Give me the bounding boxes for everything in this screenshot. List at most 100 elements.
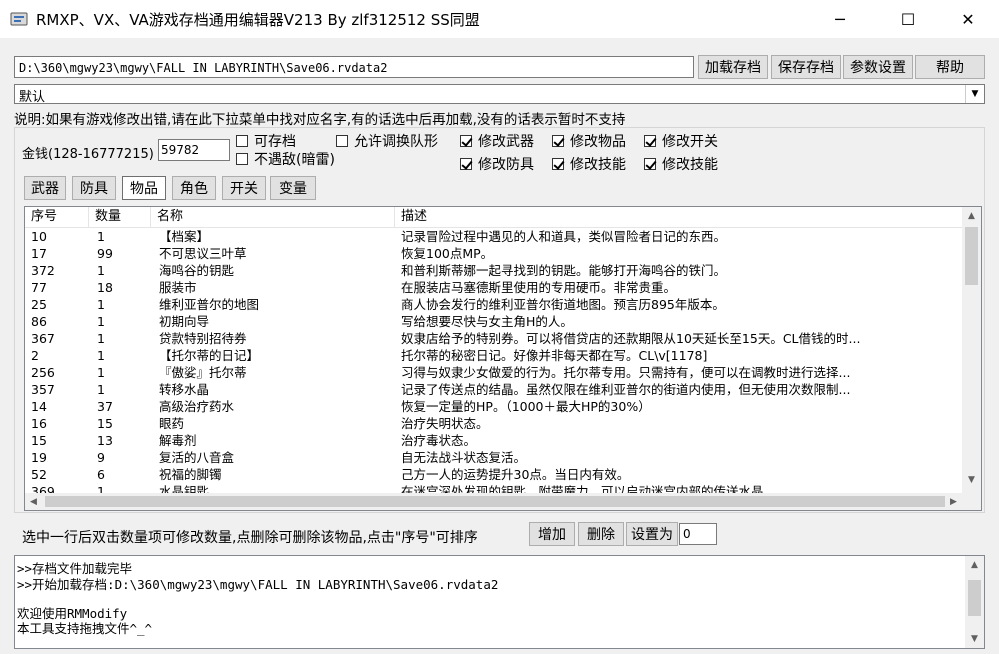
- add-item-button[interactable]: 增加: [529, 522, 575, 546]
- cell-name: 不可思议三叶草: [159, 246, 247, 261]
- column-header-quantity[interactable]: 数量: [89, 207, 151, 227]
- checkbox-label: 不遇敌(暗雷): [254, 152, 335, 168]
- checkbox-box: [644, 158, 656, 170]
- cell-quantity: 1: [97, 314, 105, 329]
- tab-items[interactable]: 物品: [122, 176, 166, 200]
- items-table[interactable]: 序号 数量 名称 描述 10 1 【档案】 记录冒险过程中遇见的人和道具，类似冒险者日…: [24, 206, 982, 511]
- table-row[interactable]: 357 1 转移水晶 记录了传送点的结晶。虽然仅限在维利亚普尔的街道内使用，但无使用次…: [25, 381, 962, 398]
- game-select-combo[interactable]: 默认 ▼: [14, 84, 985, 105]
- checkbox-label: 修改技能: [662, 157, 718, 173]
- checkbox-edit-skills[interactable]: 修改技能: [552, 155, 626, 173]
- cell-name: 贷款特别招待券: [159, 331, 247, 346]
- table-row[interactable]: 14 37 高级治疗药水 恢复一定量的HP。（1000＋最大HP的30%）: [25, 398, 962, 415]
- checkbox-can-save[interactable]: 可存档: [236, 132, 296, 150]
- table-row[interactable]: 19 9 复活的八音盒 自无法战斗状态复活。: [25, 449, 962, 466]
- save-save-button[interactable]: 保存存档: [771, 55, 841, 79]
- cell-description: 治疗失明状态。: [401, 416, 489, 431]
- table-row[interactable]: 367 1 贷款特别招待券 奴隶店给予的特别券。可以将借贷店的还款期限从10天延长至1…: [25, 330, 962, 347]
- scroll-up-icon[interactable]: ▲: [966, 556, 983, 573]
- cell-index: 2: [31, 348, 39, 363]
- set-quantity-input[interactable]: 0: [679, 523, 717, 545]
- table-row[interactable]: 77 18 服装市 在服装店马塞德斯里使用的专用硬币。非常贵重。: [25, 279, 962, 296]
- log-output[interactable]: >>存档文件加载完毕 >>开始加载存档:D:\360\mgwy23\mgwy\F…: [14, 555, 985, 649]
- tab-variables[interactable]: 变量: [270, 176, 316, 200]
- scroll-down-icon[interactable]: ▼: [966, 630, 983, 647]
- cell-description: 托尔蒂的秘密日记。好像并非每天都在写。CL\v[1178]: [401, 348, 708, 363]
- checkbox-box: [460, 158, 472, 170]
- cell-description: 和普利斯蒂娜一起寻找到的钥匙。能够打开海鸣谷的铁门。: [401, 263, 727, 278]
- table-row[interactable]: 86 1 初期向导 写给想要尽快与女主角H的人。: [25, 313, 962, 330]
- table-row[interactable]: 372 1 海鸣谷的钥匙 和普利斯蒂娜一起寻找到的钥匙。能够打开海鸣谷的铁门。: [25, 262, 962, 279]
- scroll-down-icon[interactable]: ▼: [963, 471, 980, 488]
- params-settings-button[interactable]: 参数设置: [843, 55, 913, 79]
- checkbox-no-encounter[interactable]: 不遇敌(暗雷): [236, 150, 335, 168]
- cell-name: 解毒剂: [159, 433, 197, 448]
- checkbox-box: [552, 135, 564, 147]
- table-row[interactable]: 10 1 【档案】 记录冒险过程中遇见的人和道具，类似冒险者日记的东西。: [25, 228, 962, 245]
- checkbox-edit-weapons[interactable]: 修改武器: [460, 132, 534, 150]
- checkbox-edit-items[interactable]: 修改物品: [552, 132, 626, 150]
- table-row[interactable]: 2 1 【托尔蒂的日记】 托尔蒂的秘密日记。好像并非每天都在写。CL\v[1178]: [25, 347, 962, 364]
- load-save-button[interactable]: 加载存档: [698, 55, 768, 79]
- table-row[interactable]: 52 6 祝福的脚镯 己方一人的运势提升30点。当日内有效。: [25, 466, 962, 483]
- scroll-up-icon[interactable]: ▲: [963, 207, 980, 224]
- table-row[interactable]: 16 15 眼药 治疗失明状态。: [25, 415, 962, 432]
- table-row[interactable]: 25 1 维利亚普尔的地图 商人协会发行的维利亚普尔街道地图。预言历895年版本。: [25, 296, 962, 313]
- cell-description: 己方一人的运势提升30点。当日内有效。: [401, 467, 630, 482]
- checkbox-label: 修改物品: [570, 134, 626, 150]
- table-row[interactable]: 256 1 『傲娑』托尔蒂 习得与奴隶少女做爱的行为。托尔蒂专用。只需持有，便可以在调…: [25, 364, 962, 381]
- cell-name: 海鸣谷的钥匙: [159, 263, 235, 278]
- checkbox-box: [236, 153, 248, 165]
- cell-name: 初期向导: [159, 314, 210, 329]
- checkbox-edit-switches[interactable]: 修改开关: [644, 132, 718, 150]
- cell-quantity: 1: [97, 297, 105, 312]
- close-button[interactable]: ✕: [945, 0, 991, 38]
- column-header-description[interactable]: 描述: [395, 207, 962, 227]
- app-icon: [10, 12, 28, 26]
- delete-item-button[interactable]: 删除: [578, 522, 624, 546]
- cell-description: 记录了传送点的结晶。虽然仅限在维利亚普尔的街道内使用，但无使用次数限制...: [401, 382, 851, 397]
- checkbox-box: [336, 135, 348, 147]
- table-row[interactable]: 17 99 不可思议三叶草 恢复100点MP。: [25, 245, 962, 262]
- cell-name: 高级治疗药水: [159, 399, 235, 414]
- cell-index: 372: [31, 263, 55, 278]
- column-header-index[interactable]: 序号: [25, 207, 89, 227]
- checkbox-label: 可存档: [254, 134, 296, 150]
- scroll-left-icon[interactable]: ◀: [25, 493, 42, 510]
- tab-armors[interactable]: 防具: [72, 176, 116, 200]
- cell-name: 眼药: [159, 416, 185, 431]
- minimize-button[interactable]: ─: [817, 0, 863, 38]
- scroll-thumb[interactable]: [965, 227, 978, 285]
- column-header-name[interactable]: 名称: [151, 207, 395, 227]
- log-vertical-scrollbar[interactable]: ▲ ▼: [965, 556, 984, 648]
- save-path-field[interactable]: D:\360\mgwy23\mgwy\FALL IN LABYRINTH\Sav…: [14, 56, 694, 78]
- table-vertical-scrollbar[interactable]: ▲ ▼: [962, 207, 981, 493]
- cell-description: 在服装店马塞德斯里使用的专用硬币。非常贵重。: [401, 280, 677, 295]
- cell-quantity: 13: [97, 433, 113, 448]
- dropdown-arrow-icon[interactable]: ▼: [965, 85, 984, 103]
- scroll-thumb[interactable]: [45, 496, 945, 507]
- cell-description: 记录冒险过程中遇见的人和道具，类似冒险者日记的东西。: [401, 229, 727, 244]
- maximize-button[interactable]: ☐: [885, 0, 931, 38]
- gold-input[interactable]: 59782: [158, 139, 230, 161]
- cell-description: 商人协会发行的维利亚普尔街道地图。预言历895年版本。: [401, 297, 725, 312]
- tab-actors[interactable]: 角色: [172, 176, 216, 200]
- tab-weapons[interactable]: 武器: [24, 176, 66, 200]
- cell-description: 习得与奴隶少女做爱的行为。托尔蒂专用。只需持有，便可以在调教时进行选择...: [401, 365, 851, 380]
- cell-index: 17: [31, 246, 47, 261]
- checkbox-swap-formation[interactable]: 允许调换队形: [336, 132, 438, 150]
- set-to-button[interactable]: 设置为: [626, 522, 678, 546]
- checkbox-edit-skills-2[interactable]: 修改技能: [644, 155, 718, 173]
- scrollbar-corner: [962, 493, 981, 510]
- tab-switches[interactable]: 开关: [222, 176, 266, 200]
- scroll-thumb[interactable]: [968, 580, 981, 616]
- cell-name: 【托尔蒂的日记】: [159, 348, 260, 363]
- table-row[interactable]: 15 13 解毒剂 治疗毒状态。: [25, 432, 962, 449]
- bottom-hint-text: 选中一行后双击数量项可修改数量,点删除可删除该物品,点击"序号"可排序: [22, 530, 478, 546]
- scroll-right-icon[interactable]: ▶: [945, 493, 962, 510]
- table-horizontal-scrollbar[interactable]: ◀ ▶: [25, 493, 962, 510]
- cell-index: 15: [31, 433, 47, 448]
- checkbox-edit-armors[interactable]: 修改防具: [460, 155, 534, 173]
- help-button[interactable]: 帮助: [915, 55, 985, 79]
- cell-index: 77: [31, 280, 47, 295]
